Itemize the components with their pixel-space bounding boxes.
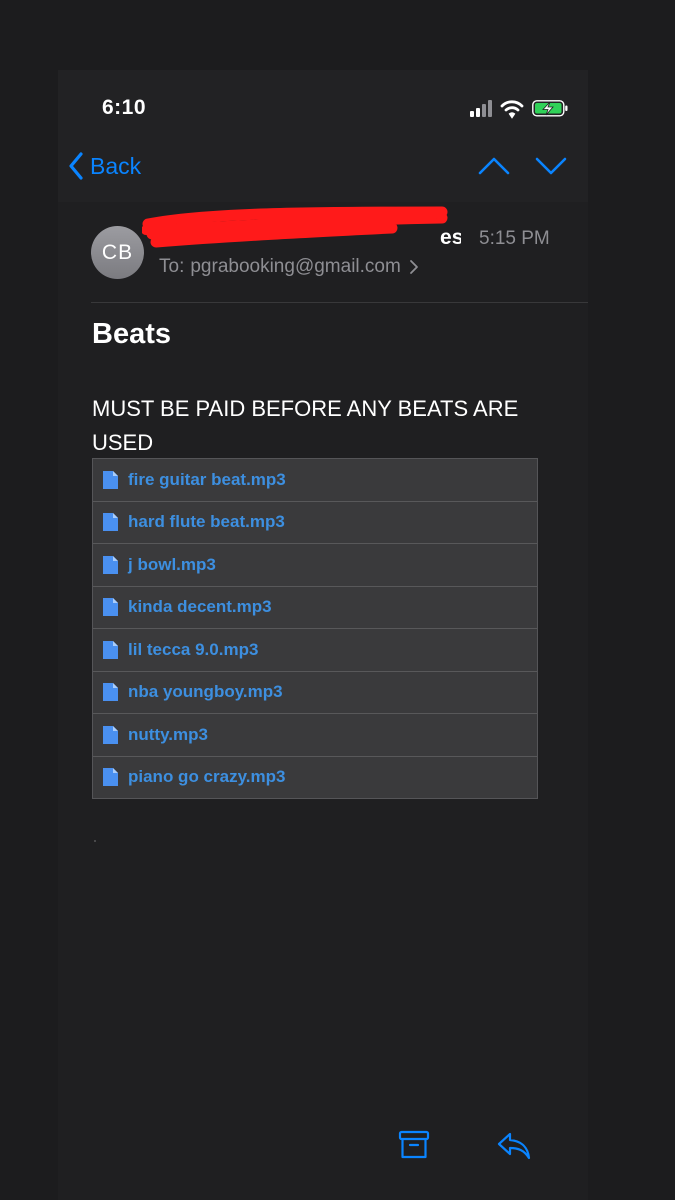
sent-time: 5:15 PM — [479, 228, 550, 249]
top-bar: 6:10 Back — [58, 70, 588, 202]
back-label: Back — [90, 152, 142, 179]
chevron-left-icon — [69, 152, 83, 180]
archive-button[interactable] — [398, 1130, 430, 1165]
message-subject: Beats — [92, 318, 171, 350]
signal-icon — [470, 100, 492, 117]
chevron-up-icon — [478, 157, 510, 175]
document-icon — [103, 513, 118, 532]
reply-button[interactable] — [496, 1130, 532, 1167]
chevron-right-icon — [409, 260, 418, 274]
wifi-icon — [500, 100, 524, 119]
header-divider — [91, 302, 588, 303]
attachment-item[interactable]: j bowl.mp3 — [93, 544, 537, 587]
next-message-button[interactable] — [535, 156, 567, 181]
attachment-name: piano go crazy.mp3 — [128, 767, 286, 787]
back-button[interactable]: Back — [68, 152, 141, 180]
attachment-name: fire guitar beat.mp3 — [128, 469, 286, 489]
avatar[interactable]: CB — [91, 226, 144, 279]
attachment-name: nba youngboy.mp3 — [128, 682, 283, 702]
attachment-item[interactable]: piano go crazy.mp3 — [93, 756, 537, 798]
attachment-item[interactable]: fire guitar beat.mp3 — [93, 459, 537, 502]
chevron-down-icon — [535, 157, 567, 175]
document-icon — [103, 640, 118, 659]
attachment-name: hard flute beat.mp3 — [128, 512, 285, 532]
document-icon — [103, 555, 118, 574]
screen: 6:10 Back CB Cre es 5:15 PM To: pgrabook… — [0, 0, 675, 1200]
recipient-line[interactable]: To: pgrabooking@gmail.com — [159, 256, 419, 278]
archive-icon — [398, 1130, 430, 1159]
recipient-address: pgrabooking@gmail.com — [190, 256, 401, 277]
attachment-item[interactable]: hard flute beat.mp3 — [93, 501, 537, 544]
mail-app-window: 6:10 Back CB Cre es 5:15 PM To: pgrabook… — [58, 70, 588, 1200]
attachment-item[interactable]: nutty.mp3 — [93, 714, 537, 757]
document-icon — [103, 470, 118, 489]
reply-icon — [497, 1132, 531, 1160]
status-icons — [470, 98, 570, 119]
attachment-name: lil tecca 9.0.mp3 — [128, 639, 259, 659]
attachment-item[interactable]: kinda decent.mp3 — [93, 586, 537, 629]
attachment-list: fire guitar beat.mp3 hard flute beat.mp3… — [92, 458, 538, 799]
document-icon — [103, 598, 118, 617]
attachment-item[interactable]: nba youngboy.mp3 — [93, 671, 537, 714]
attachment-name: nutty.mp3 — [128, 724, 208, 744]
to-label: To: — [159, 256, 185, 277]
previous-message-button[interactable] — [478, 156, 510, 181]
message-body: MUST BE PAID BEFORE ANY BEATS ARE USED — [92, 396, 519, 455]
body-end-mark — [94, 840, 96, 842]
document-icon — [103, 725, 118, 744]
attachment-item[interactable]: lil tecca 9.0.mp3 — [93, 629, 537, 672]
battery-charging-icon — [532, 100, 568, 117]
document-icon — [103, 768, 118, 787]
document-icon — [103, 683, 118, 702]
attachment-name: kinda decent.mp3 — [128, 597, 272, 617]
status-time: 6:10 — [102, 96, 147, 119]
redaction-scribble — [142, 206, 448, 248]
attachment-name: j bowl.mp3 — [128, 554, 216, 574]
